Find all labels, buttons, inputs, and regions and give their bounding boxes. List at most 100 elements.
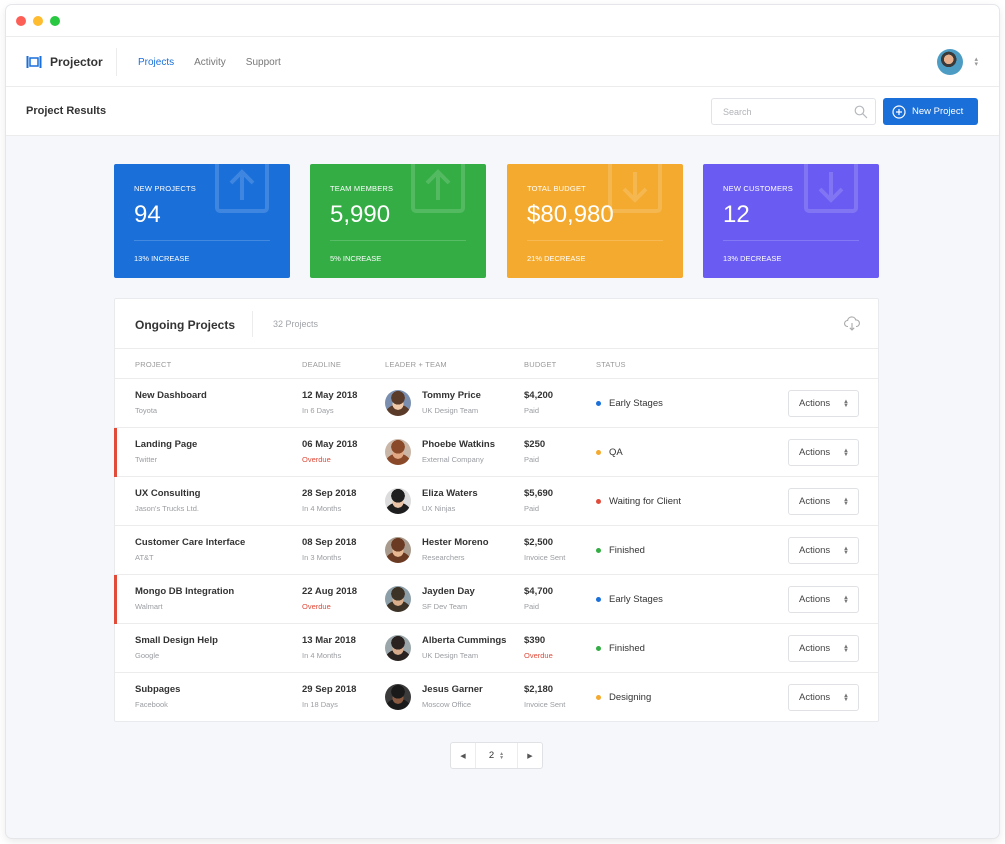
team-name: External Company	[422, 455, 484, 464]
stat-card-total-budget[interactable]: TOTAL BUDGET $80,980 21% DECREASE	[507, 164, 683, 278]
chevron-up-down-icon: ▲ ▼	[843, 693, 849, 703]
deadline-date: 28 Sep 2018	[302, 488, 357, 499]
deadline-note: In 4 Months	[302, 504, 342, 513]
actions-dropdown[interactable]: Actions ▲ ▼	[788, 635, 859, 662]
search-box[interactable]	[711, 98, 876, 125]
actions-label: Actions	[799, 496, 831, 507]
project-name[interactable]: Customer Care Interface	[135, 537, 245, 548]
project-name[interactable]: Subpages	[135, 684, 180, 695]
budget-note: Invoice Sent	[524, 700, 566, 709]
actions-dropdown[interactable]: Actions ▲ ▼	[788, 439, 859, 466]
plus-circle-icon	[892, 104, 906, 119]
project-name[interactable]: UX Consulting	[135, 488, 200, 499]
budget-note: Paid	[524, 455, 540, 464]
page-title: Project Results	[26, 105, 107, 117]
nav-activity[interactable]: Activity	[194, 57, 226, 68]
table-row[interactable]: Subpages Facebook 29 Sep 2018 In 18 Days…	[115, 673, 878, 722]
leader-name[interactable]: Eliza Waters	[422, 488, 478, 499]
budget-amount: $250	[524, 439, 546, 450]
budget-note: Paid	[524, 602, 540, 611]
table-row[interactable]: New Dashboard Toyota 12 May 2018 In 6 Da…	[115, 379, 878, 428]
previous-page-button[interactable]: ◀	[451, 743, 476, 768]
budget-amount: $2,500	[524, 537, 554, 548]
maximize-window-button[interactable]	[50, 16, 60, 26]
leader-name[interactable]: Jesus Garner	[422, 684, 483, 695]
actions-dropdown[interactable]: Actions ▲ ▼	[788, 390, 859, 417]
ongoing-projects-panel: Ongoing Projects 32 Projects PROJECT DEA…	[114, 298, 879, 722]
leader-name[interactable]: Jayden Day	[422, 586, 475, 597]
table-row[interactable]: Customer Care Interface AT&T 08 Sep 2018…	[115, 526, 878, 575]
project-name[interactable]: Mongo DB Integration	[135, 586, 234, 597]
projector-logo-icon	[26, 56, 42, 68]
budget-amount: $4,700	[524, 586, 554, 597]
column-header-status[interactable]: STATUS	[596, 360, 626, 369]
status-label: Early Stages	[609, 594, 663, 605]
close-window-button[interactable]	[16, 16, 26, 26]
pagination: ◀ 2 ▲ ▼ ▶	[450, 742, 543, 769]
budget-note: Paid	[524, 504, 540, 513]
table-row[interactable]: UX Consulting Jason's Trucks Ltd. 28 Sep…	[115, 477, 878, 526]
deadline-note: Overdue	[302, 455, 331, 464]
actions-label: Actions	[799, 643, 831, 654]
status: QA	[596, 447, 623, 458]
actions-label: Actions	[799, 545, 831, 556]
next-page-button[interactable]: ▶	[517, 743, 542, 768]
status-label: Finished	[609, 545, 645, 556]
status: Early Stages	[596, 398, 663, 409]
leader-avatar[interactable]	[385, 684, 411, 710]
leader-avatar[interactable]	[385, 439, 411, 465]
leader-avatar[interactable]	[385, 537, 411, 563]
leader-name[interactable]: Alberta Cummings	[422, 635, 506, 646]
leader-avatar[interactable]	[385, 488, 411, 514]
card-divider	[134, 240, 270, 241]
actions-label: Actions	[799, 398, 831, 409]
search-icon[interactable]	[854, 105, 868, 119]
card-trend: 13% INCREASE	[134, 254, 190, 263]
minimize-window-button[interactable]	[33, 16, 43, 26]
actions-dropdown[interactable]: Actions ▲ ▼	[788, 537, 859, 564]
new-project-button[interactable]: New Project	[883, 98, 978, 125]
nav-support[interactable]: Support	[246, 57, 281, 68]
actions-label: Actions	[799, 594, 831, 605]
table-row[interactable]: Landing Page Twitter 06 May 2018 Overdue…	[114, 428, 878, 477]
project-name[interactable]: Small Design Help	[135, 635, 218, 646]
cloud-download-icon[interactable]	[844, 316, 860, 331]
project-name[interactable]: Landing Page	[135, 439, 197, 450]
chevron-up-down-icon: ▲ ▼	[843, 644, 849, 654]
column-header-budget[interactable]: BUDGET	[524, 360, 556, 369]
search-input[interactable]	[712, 99, 842, 124]
stat-card-new-customers[interactable]: NEW CUSTOMERS 12 13% DECREASE	[703, 164, 879, 278]
leader-name[interactable]: Tommy Price	[422, 390, 481, 401]
actions-dropdown[interactable]: Actions ▲ ▼	[788, 586, 859, 613]
leader-avatar[interactable]	[385, 635, 411, 661]
leader-name[interactable]: Hester Moreno	[422, 537, 489, 548]
column-header-project[interactable]: PROJECT	[135, 360, 171, 369]
nav-projects[interactable]: Projects	[138, 57, 174, 68]
column-header-leader-team[interactable]: LEADER + TEAM	[385, 360, 447, 369]
stat-card-new-projects[interactable]: NEW PROJECTS 94 13% INCREASE	[114, 164, 290, 278]
user-avatar[interactable]	[937, 49, 963, 75]
chevron-up-down-icon: ▲ ▼	[843, 546, 849, 556]
stat-card-team-members[interactable]: TEAM MEMBERS 5,990 5% INCREASE	[310, 164, 486, 278]
leader-avatar[interactable]	[385, 390, 411, 416]
card-value: $80,980	[527, 201, 614, 228]
status: Waiting for Client	[596, 496, 681, 507]
brand[interactable]: Projector	[26, 37, 103, 87]
project-name[interactable]: New Dashboard	[135, 390, 207, 401]
deadline-note: In 6 Days	[302, 406, 334, 415]
table-row[interactable]: Small Design Help Google 13 Mar 2018 In …	[115, 624, 878, 673]
leader-avatar[interactable]	[385, 586, 411, 612]
table-row[interactable]: Mongo DB Integration Walmart 22 Aug 2018…	[114, 575, 878, 624]
deadline-note: Overdue	[302, 602, 331, 611]
leader-name[interactable]: Phoebe Watkins	[422, 439, 495, 450]
column-header-deadline[interactable]: DEADLINE	[302, 360, 341, 369]
page-select[interactable]: 2 ▲ ▼	[476, 743, 517, 768]
actions-dropdown[interactable]: Actions ▲ ▼	[788, 488, 859, 515]
actions-dropdown[interactable]: Actions ▲ ▼	[788, 684, 859, 711]
brand-name: Projector	[50, 55, 103, 69]
status: Designing	[596, 692, 651, 703]
deadline-date: 13 Mar 2018	[302, 635, 356, 646]
card-divider	[527, 240, 663, 241]
budget-amount: $4,200	[524, 390, 554, 401]
user-menu-caret-icon[interactable]: ▴ ▾	[974, 56, 978, 68]
